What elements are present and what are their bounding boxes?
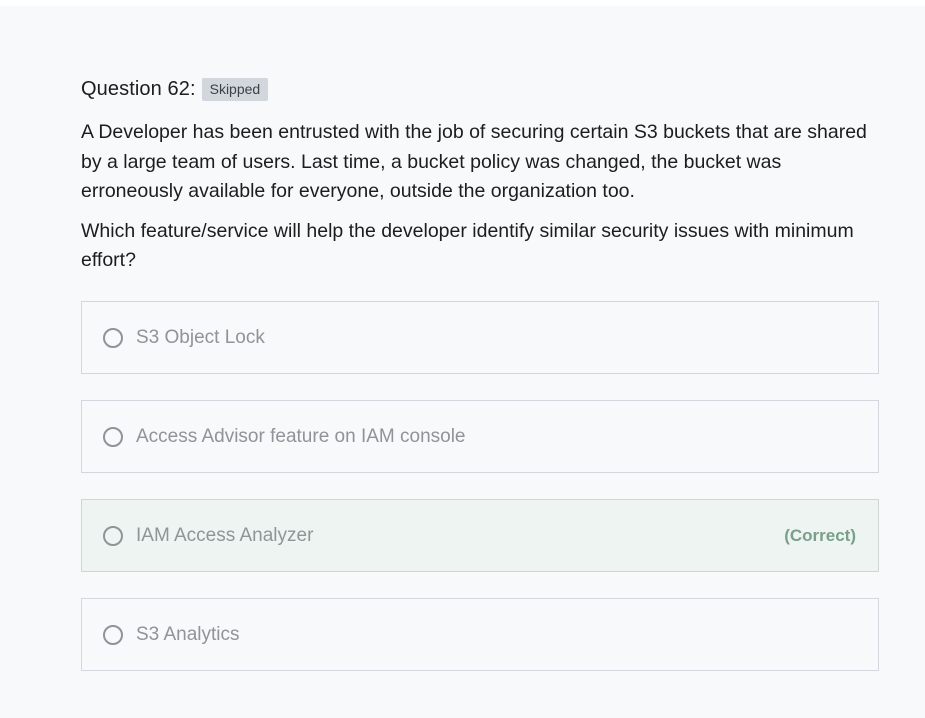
- answer-option-label: Access Advisor feature on IAM console: [136, 425, 466, 447]
- question-header: Question 62: Skipped: [81, 76, 269, 102]
- answer-options: S3 Object Lock Access Advisor feature on…: [81, 301, 879, 697]
- answer-option-label: IAM Access Analyzer: [136, 524, 314, 546]
- question-prompt: A Developer has been entrusted with the …: [81, 118, 879, 286]
- radio-button-icon[interactable]: [103, 624, 123, 645]
- answer-option-label: S3 Analytics: [136, 623, 240, 645]
- question-title: Question 62:: [81, 77, 196, 100]
- answer-option-3[interactable]: IAM Access Analyzer (Correct): [81, 499, 879, 572]
- status-badge: Skipped: [201, 77, 269, 101]
- answer-option-4[interactable]: S3 Analytics: [81, 598, 879, 671]
- radio-button-icon[interactable]: [103, 327, 123, 348]
- radio-button-icon[interactable]: [103, 426, 123, 447]
- question-panel: Question 62: Skipped A Developer has bee…: [0, 6, 925, 718]
- answer-option-2[interactable]: Access Advisor feature on IAM console: [81, 400, 879, 473]
- prompt-paragraph: A Developer has been entrusted with the …: [81, 121, 867, 202]
- correct-answer-tag: (Correct): [784, 525, 856, 545]
- prompt-question: Which feature/service will help the deve…: [81, 219, 854, 272]
- answer-option-label: S3 Object Lock: [136, 326, 265, 348]
- answer-option-1[interactable]: S3 Object Lock: [81, 301, 879, 374]
- radio-button-icon[interactable]: [103, 525, 123, 546]
